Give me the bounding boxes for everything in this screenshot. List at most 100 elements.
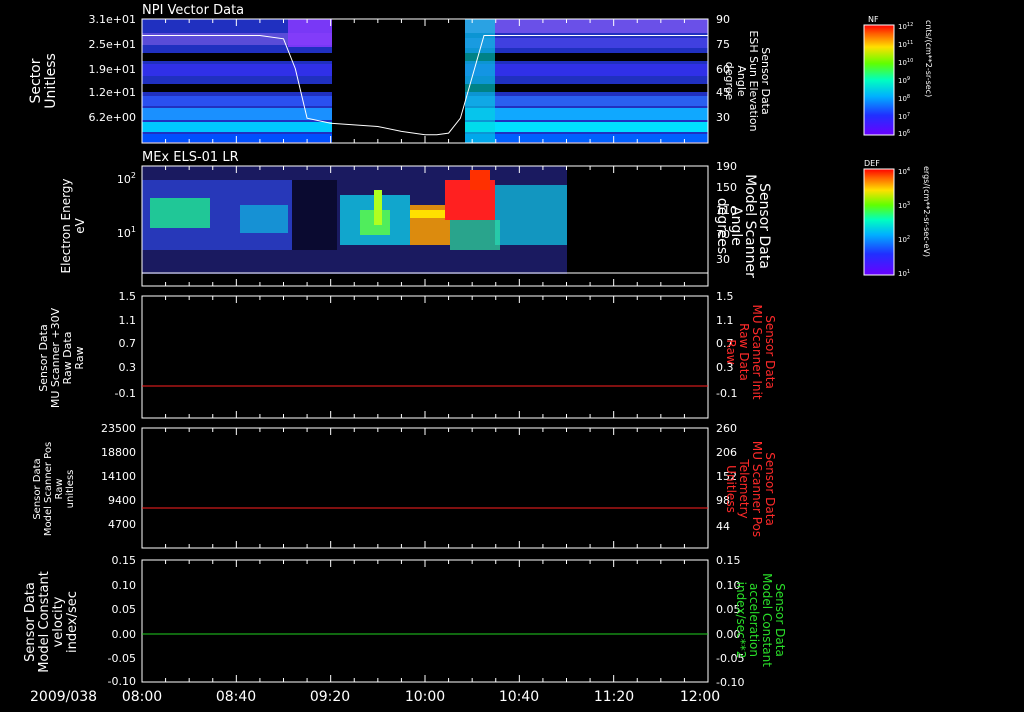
colorbar-tick: 1012 [898, 22, 913, 31]
constant-left-tick: 0.15 [112, 554, 137, 567]
els-region [470, 170, 490, 190]
mu-raw-left-label: Sensor Data MU Scanner +30V Raw Data Raw [37, 307, 86, 408]
panel-scanner-pos: 23500 18800 14100 9400 4700 260 206 152 … [32, 422, 777, 549]
axis-label-line: unitless [65, 470, 76, 509]
els-region [450, 220, 500, 250]
mu-raw-right-tick: -0.1 [716, 387, 737, 400]
colorbar-gradient [863, 168, 895, 276]
scanner-pos-frame [141, 427, 709, 549]
time-tick-label: 10:40 [499, 689, 539, 705]
constant-left-label: Sensor Data Model Constant velocity inde… [23, 571, 80, 673]
constant-left-tick: -0.05 [108, 652, 136, 665]
time-tick-label: 09:20 [310, 689, 350, 705]
colorbar-def: DEF 104 103 102 101 ergs/(cm**2-sr-sec-e… [863, 159, 931, 278]
npi-right-tick: 30 [716, 111, 730, 124]
els-region [374, 190, 382, 225]
mu-raw-left-tick: 1.5 [119, 290, 137, 303]
time-tick-label: 08:00 [122, 689, 162, 705]
colorbar-ticks: 1012 1011 1010 109 108 107 106 [898, 22, 913, 138]
colorbar-tick: 109 [898, 76, 910, 85]
colorbar-unit: cnts/(cm**2-sr-sec) [924, 20, 933, 97]
npi-band [142, 84, 332, 92]
npi-right-tick: 90 [716, 13, 730, 26]
date-label: 2009/038 [30, 689, 97, 705]
colorbar-ticks: 104 103 102 101 [898, 167, 910, 278]
npi-band [465, 38, 708, 48]
mu-raw-right-tick: 1.1 [716, 314, 734, 327]
plot-stage: NPI Vector Data 3.1e+01 2.5e+01 1.9e+01 … [0, 0, 1024, 708]
npi-band [142, 64, 332, 76]
npi-band [142, 53, 332, 61]
axis-label-line: Electron Energy [59, 178, 73, 273]
npi-left-tick: 6.2e+00 [89, 111, 136, 124]
npi-left-tick: 2.5e+01 [89, 38, 136, 51]
science-plot: NPI Vector Data 3.1e+01 2.5e+01 1.9e+01 … [23, 3, 933, 705]
panel-els: MEx ELS-01 LR 102 101 190 150 110 70 30 … [59, 150, 772, 287]
axis-label-line: Telemetry [737, 458, 751, 518]
npi-band [465, 19, 495, 143]
colorbar-nf: NF 1012 1011 1010 109 108 107 106 cnts/(… [863, 15, 933, 138]
npi-right-label: Sensor Data ESH Sun Elevation Angle degr… [723, 30, 772, 131]
axis-label-line: Model Constant [760, 573, 774, 667]
colorbar-tick: 107 [898, 112, 910, 121]
scanner-pos-left-label: Sensor Data Model Scanner Pos Raw unitle… [32, 442, 76, 536]
mu-raw-frame [141, 295, 709, 419]
npi-band [288, 19, 332, 47]
panel-npi: NPI Vector Data 3.1e+01 2.5e+01 1.9e+01 … [28, 3, 772, 144]
axis-label-line: Model Constant [37, 571, 52, 673]
npi-band [142, 134, 332, 142]
constant-left-tick: -0.10 [108, 675, 136, 688]
colorbar-tick: 103 [898, 201, 910, 210]
mu-raw-left-tick: 0.3 [119, 361, 137, 374]
mu-raw-left-tick: -0.1 [115, 387, 136, 400]
scanner-pos-left-tick: 4700 [108, 518, 136, 531]
els-right-tick: 150 [716, 181, 737, 194]
els-left-tick: 102 [117, 171, 136, 186]
axis-label-line: index/sec**2 [734, 582, 748, 659]
npi-left-tick: 1.9e+01 [89, 63, 136, 76]
axis-label-line: eV [73, 217, 87, 233]
time-tick-label: 12:00 [680, 689, 720, 705]
panel-constant: 0.15 0.10 0.05 0.00 -0.05 -0.10 0.15 0.1… [23, 554, 787, 689]
colorbar-title: DEF [864, 159, 880, 168]
els-region [240, 205, 288, 233]
time-tick-label: 08:40 [216, 689, 256, 705]
colorbar-tick: 106 [898, 129, 910, 138]
axis-label-line: degrees [714, 198, 730, 254]
axis-label-line: MU Scanner Init [750, 304, 764, 399]
constant-frame [141, 559, 709, 683]
npi-band [465, 64, 708, 76]
npi-left-tick: 1.2e+01 [89, 86, 136, 99]
colorbar-title: NF [868, 15, 879, 24]
mu-raw-left-tick: 0.7 [119, 337, 137, 350]
npi-band [465, 108, 708, 120]
time-axis: 2009/038 08:00 08:40 09:20 10:00 10:40 1… [30, 689, 720, 705]
npi-left-tick: 3.1e+01 [89, 13, 136, 26]
els-left-tick: 101 [117, 225, 136, 240]
scanner-pos-left-tick: 23500 [101, 422, 136, 435]
npi-band [465, 122, 708, 132]
npi-band [142, 122, 332, 132]
colorbar-tick: 108 [898, 94, 910, 103]
panel-title-els: MEx ELS-01 LR [142, 150, 239, 165]
time-tick-label: 11:20 [594, 689, 634, 705]
scanner-pos-left-tick: 9400 [108, 494, 136, 507]
axis-label-line: Raw [724, 339, 738, 364]
axis-label-line: Raw Data [737, 323, 751, 381]
time-tick-label: 10:00 [405, 689, 445, 705]
colorbar-tick: 1010 [898, 58, 913, 67]
panel-title-npi: NPI Vector Data [142, 3, 244, 18]
mu-raw-right-tick: 1.5 [716, 290, 734, 303]
axis-label-line: acceleration [747, 583, 761, 657]
constant-left-tick: 0.10 [112, 579, 137, 592]
axis-label-line: Sector [28, 58, 44, 103]
axis-label-line: Sensor Data [773, 583, 787, 657]
colorbar-gradient [863, 24, 895, 136]
axis-label-line: Sensor Data [32, 458, 43, 519]
axis-label-line: Raw [54, 478, 65, 499]
npi-band [142, 108, 332, 120]
els-region [150, 198, 210, 228]
axis-label-line: Unitless [724, 465, 738, 513]
els-right-tick: 30 [716, 253, 730, 266]
npi-band [465, 96, 708, 106]
